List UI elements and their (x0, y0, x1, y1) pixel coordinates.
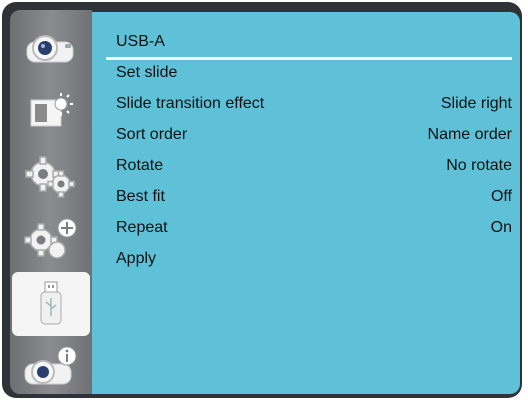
menu-item-sort-order[interactable]: Sort order Name order (116, 124, 512, 146)
menu-item-rotate[interactable]: Rotate No rotate (116, 155, 512, 177)
projector-info-icon (21, 344, 81, 392)
sidebar-item-settings[interactable] (10, 144, 92, 208)
menu-item-label: Repeat (116, 219, 168, 236)
menu-item-value: Slide right (440, 95, 512, 112)
display-brightness-icon (21, 90, 81, 134)
menu-item-set-slide[interactable]: Set slide (116, 62, 512, 84)
menu-title: USB-A (116, 33, 165, 50)
menu-item-slide-transition-effect[interactable]: Slide transition effect Slide right (116, 93, 512, 115)
menu-item-label: Sort order (116, 126, 188, 143)
title-divider (106, 57, 512, 60)
menu-item-value: No rotate (446, 157, 512, 174)
sidebar-item-usb[interactable] (12, 272, 90, 336)
menu-item-apply[interactable]: Apply (116, 248, 512, 270)
menu-panel: USB-A Set slide Slide transition effect … (92, 12, 520, 394)
sidebar-item-information[interactable] (10, 336, 92, 400)
menu-item-label: Set slide (116, 64, 178, 81)
menu-item-label: Rotate (116, 157, 164, 174)
sidebar (10, 10, 92, 394)
menu-item-repeat[interactable]: Repeat On (116, 217, 512, 239)
menu-item-best-fit[interactable]: Best fit Off (116, 186, 512, 208)
projector-icon (21, 28, 81, 68)
menu-item-label: Best fit (116, 188, 165, 205)
sidebar-item-advanced-settings[interactable] (10, 208, 92, 272)
menu-item-value: On (490, 219, 512, 236)
menu-item-label: Slide transition effect (116, 95, 265, 112)
sidebar-item-display[interactable] (10, 80, 92, 144)
gear-plus-icon (21, 216, 81, 264)
menu-item-value: Off (490, 188, 512, 205)
menu-item-value: Name order (427, 126, 512, 143)
menu-item-label: Apply (116, 250, 157, 267)
usb-drive-icon (31, 278, 71, 330)
sidebar-item-image[interactable] (10, 16, 92, 80)
gear-icon (21, 152, 81, 200)
